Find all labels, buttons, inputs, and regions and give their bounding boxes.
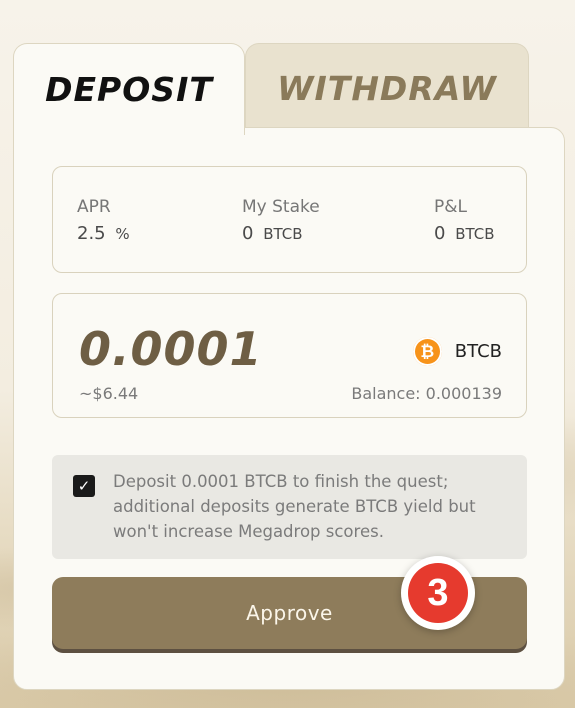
stat-apr: APR 2.5 % <box>77 197 130 244</box>
token-name: BTCB <box>454 341 502 362</box>
tab-withdraw[interactable]: WITHDRAW <box>245 43 529 133</box>
tab-deposit-label: DEPOSIT <box>45 70 213 109</box>
stat-apr-value: 2.5 % <box>77 223 130 244</box>
stat-pl-label: P&L <box>434 197 467 217</box>
apr-number: 2.5 <box>77 223 106 244</box>
stats-card: APR 2.5 % My Stake 0 BTCB P&L 0 BTCB <box>52 166 527 273</box>
approve-button-label: Approve <box>246 601 333 625</box>
pl-unit: BTCB <box>455 225 495 243</box>
step-number-badge: 3 <box>401 556 475 630</box>
bitcoin-icon: ₿ <box>412 337 442 366</box>
stat-stake-value: 0 BTCB <box>242 223 320 244</box>
deposit-panel: APR 2.5 % My Stake 0 BTCB P&L 0 BTCB 0.0… <box>13 127 565 690</box>
stat-my-stake: My Stake 0 BTCB <box>242 197 320 244</box>
tab-deposit[interactable]: DEPOSIT <box>13 43 245 135</box>
amount-input[interactable]: 0.0001 <box>79 322 263 376</box>
amount-input-box[interactable]: 0.0001 ₿ BTCB ~$6.44 Balance: 0.000139 <box>52 293 527 418</box>
step-number: 3 <box>408 563 468 623</box>
quest-checkbox[interactable]: ✓ <box>73 475 95 497</box>
quest-notice: ✓ Deposit 0.0001 BTCB to finish the ques… <box>52 455 527 559</box>
tab-withdraw-label: WITHDRAW <box>277 69 497 108</box>
checkmark-icon: ✓ <box>77 477 91 495</box>
pl-number: 0 <box>434 223 446 244</box>
stat-pl-value: 0 BTCB <box>434 223 495 244</box>
stake-unit: BTCB <box>263 225 303 243</box>
apr-unit: % <box>115 225 130 243</box>
quest-notice-text: Deposit 0.0001 BTCB to finish the quest;… <box>113 472 476 541</box>
stat-pnl: P&L 0 BTCB <box>434 197 495 244</box>
balance-text: Balance: 0.000139 <box>351 384 502 403</box>
token-selector[interactable]: ₿ BTCB <box>412 337 502 366</box>
usd-value: ~$6.44 <box>79 384 139 403</box>
stat-apr-label: APR <box>77 197 111 217</box>
stat-stake-label: My Stake <box>242 197 320 217</box>
stake-number: 0 <box>242 223 254 244</box>
